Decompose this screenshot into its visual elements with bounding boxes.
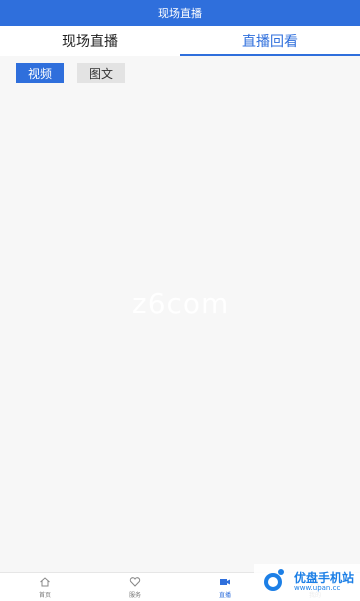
heart-icon (128, 575, 142, 589)
content-area (0, 90, 360, 572)
corner-watermark-badge: 优盘手机站 www.upan.cc (254, 564, 360, 600)
upan-logo-icon (260, 565, 290, 599)
nav-service[interactable]: 服务 (90, 573, 180, 601)
tab-live[interactable]: 现场直播 (0, 26, 180, 56)
watermark: z6com (132, 287, 230, 320)
text-image-filter-button[interactable]: 图文 (77, 63, 125, 83)
top-title-bar: 现场直播 (0, 0, 360, 26)
page-title: 现场直播 (158, 7, 202, 20)
badge-title: 优盘手机站 (294, 571, 355, 586)
nav-home-label: 首页 (38, 592, 51, 599)
video-filter-button[interactable]: 视频 (16, 63, 64, 83)
video-filter-label: 视频 (27, 66, 52, 81)
home-icon (38, 575, 52, 589)
badge-url: www.upan.cc (294, 583, 341, 592)
content-type-switch: 视频 图文 (0, 56, 360, 90)
nav-home[interactable]: 首页 (0, 573, 90, 601)
tab-bar: 现场直播 直播回看 (0, 26, 360, 56)
text-image-filter-label: 图文 (88, 66, 113, 81)
nav-service-label: 服务 (128, 592, 141, 599)
tab-live-label: 现场直播 (62, 34, 118, 50)
tab-replay[interactable]: 直播回看 (180, 26, 360, 56)
nav-live-label: 直播 (218, 592, 231, 599)
video-camera-icon (218, 575, 232, 589)
tab-replay-label: 直播回看 (242, 34, 298, 50)
